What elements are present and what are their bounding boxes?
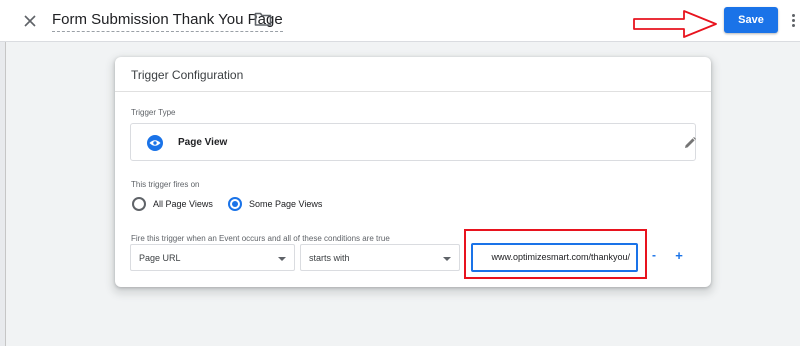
radio-button[interactable] — [132, 197, 146, 211]
variable-select[interactable]: Page URL — [130, 244, 295, 271]
close-button[interactable] — [18, 9, 42, 33]
add-condition-button[interactable]: + — [673, 248, 685, 266]
trigger-type-name: Page View — [178, 137, 228, 148]
close-icon — [24, 15, 36, 27]
card-header: Trigger Configuration — [115, 57, 711, 92]
trigger-configuration-card: Trigger Configuration Trigger Type Page … — [115, 57, 711, 287]
radio-all-page-views[interactable]: All Page Views — [132, 197, 213, 211]
condition-label: Fire this trigger when an Event occurs a… — [131, 234, 390, 243]
radio-button-selected[interactable] — [228, 197, 242, 211]
operator-select-value: starts with — [309, 253, 350, 263]
condition-value-text: www.optimizesmart.com/thankyou/ — [491, 252, 630, 262]
trigger-type-selector[interactable]: Page View — [130, 123, 696, 161]
dropdown-arrow-icon — [278, 257, 286, 261]
more-vert-icon[interactable] — [788, 10, 798, 30]
eye-icon — [147, 135, 163, 151]
radio-label: All Page Views — [153, 199, 213, 209]
red-arrow-annotation — [633, 10, 717, 38]
folder-icon — [254, 12, 272, 26]
dropdown-arrow-icon — [443, 257, 451, 261]
fires-on-label: This trigger fires on — [131, 180, 200, 189]
trigger-name-field[interactable]: Form Submission Thank You Page — [52, 11, 283, 32]
trigger-type-label: Trigger Type — [131, 108, 176, 117]
pencil-icon[interactable] — [683, 136, 697, 150]
background-panel-edge — [0, 42, 6, 346]
operator-select[interactable]: starts with — [300, 244, 460, 271]
folder-button[interactable] — [254, 11, 272, 29]
radio-label: Some Page Views — [249, 199, 323, 209]
condition-value-input[interactable]: www.optimizesmart.com/thankyou/ — [471, 243, 638, 272]
radio-some-page-views[interactable]: Some Page Views — [228, 197, 322, 211]
save-button[interactable]: Save — [724, 7, 778, 33]
variable-select-value: Page URL — [139, 253, 181, 263]
card-title: Trigger Configuration — [131, 68, 244, 82]
editor-header: Form Submission Thank You Page Save — [0, 0, 800, 42]
remove-condition-button[interactable]: - — [649, 248, 659, 266]
